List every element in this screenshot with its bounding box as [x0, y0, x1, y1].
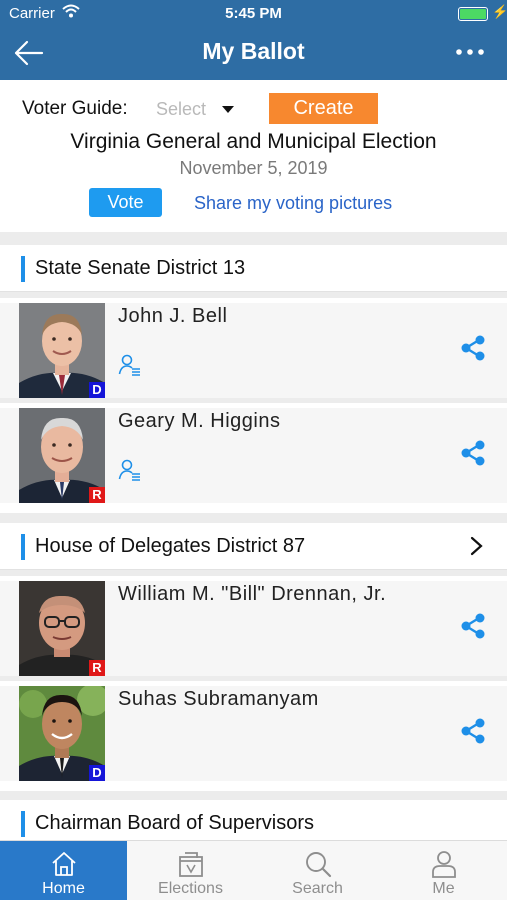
share-voting-pictures-link[interactable]: Share my voting pictures	[194, 193, 392, 214]
section-header: State Senate District 13	[0, 245, 507, 292]
candidate-card[interactable]: D John J. Bell	[0, 298, 507, 398]
status-bar: Carrier 5:45 PM ⚡	[0, 0, 507, 28]
section-accent-bar	[21, 811, 25, 837]
tab-home[interactable]: Home	[0, 841, 127, 900]
ballot-screen: Carrier 5:45 PM ⚡ My Ballot Voter Guide:	[0, 0, 507, 900]
candidate-photo: R	[19, 408, 105, 503]
election-info: Voter Guide: Select Create Virginia Gene…	[0, 80, 507, 232]
candidate-name: Geary M. Higgins	[118, 410, 281, 432]
section-title: House of Delegates District 87	[35, 535, 306, 557]
ballot-box-icon	[179, 852, 203, 877]
tab-label: Elections	[158, 880, 223, 897]
tab-elections[interactable]: Elections	[127, 841, 254, 900]
nav-bar: My Ballot	[0, 28, 507, 80]
tab-label: Search	[292, 880, 343, 897]
profile-list-icon[interactable]	[118, 458, 142, 482]
party-badge: R	[89, 487, 105, 503]
voter-guide-select[interactable]: Select	[154, 98, 244, 122]
app-header: Carrier 5:45 PM ⚡ My Ballot	[0, 0, 507, 80]
candidate-name: Suhas Subramanyam	[118, 688, 319, 710]
page-title: My Ballot	[202, 38, 305, 64]
election-date: November 5, 2019	[179, 158, 328, 178]
voter-guide-label: Voter Guide:	[22, 98, 128, 119]
voter-guide-select-value: Select	[156, 99, 207, 119]
candidate-name: William M. "Bill" Drennan, Jr.	[118, 583, 387, 605]
election-title: Virginia General and Municipal Election	[70, 130, 437, 153]
charging-icon: ⚡	[492, 4, 507, 19]
vote-button[interactable]: Vote	[89, 188, 162, 217]
bottom-tab-bar: Home Elections Search Me	[0, 840, 507, 900]
battery-icon	[458, 7, 488, 21]
candidate-card[interactable]: D Suhas Subramanyam	[0, 681, 507, 791]
tab-label: Home	[42, 880, 85, 897]
candidate-card[interactable]: R William M. "Bill" Drennan, Jr.	[0, 576, 507, 676]
share-icon[interactable]	[459, 612, 487, 640]
tab-label: Me	[432, 880, 455, 897]
section-accent-bar	[21, 256, 25, 282]
person-icon	[432, 851, 456, 878]
tab-search[interactable]: Search	[254, 841, 381, 900]
section-header[interactable]: House of Delegates District 87	[0, 523, 507, 570]
more-icon[interactable]	[452, 40, 488, 64]
candidate-photo: R	[19, 581, 105, 676]
profile-list-icon[interactable]	[118, 353, 142, 377]
party-badge: D	[89, 382, 105, 398]
section-accent-bar	[21, 534, 25, 560]
share-icon[interactable]	[459, 334, 487, 362]
share-icon[interactable]	[459, 717, 487, 745]
tab-me[interactable]: Me	[380, 841, 507, 900]
candidate-name: John J. Bell	[118, 305, 228, 327]
party-badge: D	[89, 765, 105, 781]
candidate-card[interactable]: R Geary M. Higgins	[0, 403, 507, 513]
share-icon[interactable]	[459, 439, 487, 467]
section-title: Chairman Board of Supervisors	[35, 812, 315, 834]
candidate-photo: D	[19, 303, 105, 398]
home-icon	[52, 852, 76, 876]
status-time: 5:45 PM	[225, 5, 282, 22]
party-badge: R	[89, 660, 105, 676]
create-button[interactable]: Create	[269, 93, 378, 124]
chevron-right-icon[interactable]	[466, 535, 486, 557]
candidate-photo: D	[19, 686, 105, 781]
caret-down-icon	[222, 106, 234, 113]
search-icon	[306, 852, 332, 878]
section-title: State Senate District 13	[35, 257, 246, 279]
